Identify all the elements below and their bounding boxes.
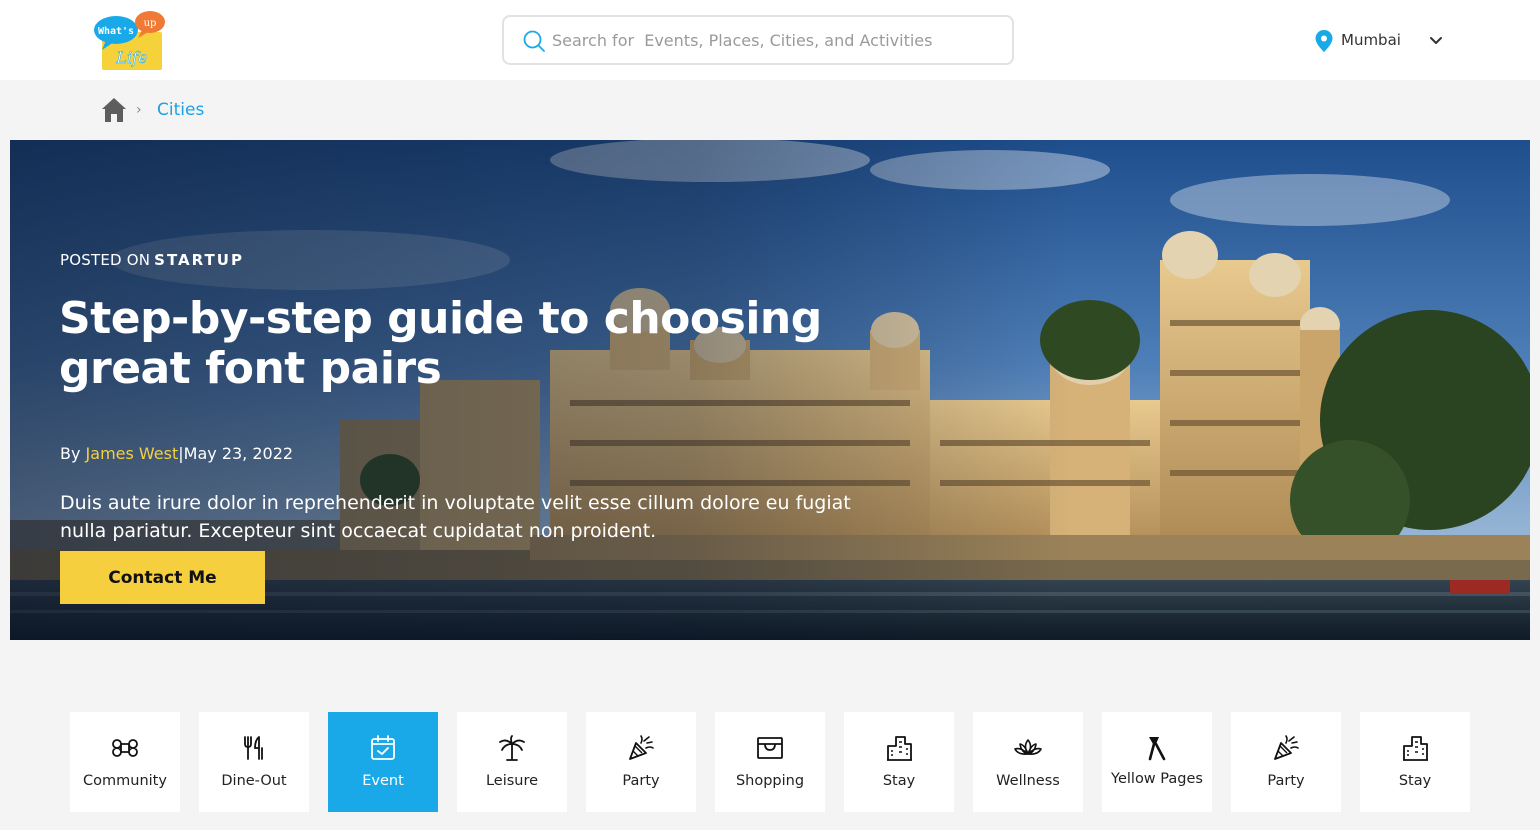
breadcrumb-cities-link[interactable]: Cities (157, 100, 204, 120)
byline: By James West|May 23, 2022 (60, 444, 293, 463)
calendar-check-icon (371, 735, 395, 760)
chevron-down-icon[interactable] (1428, 32, 1444, 48)
party-popper-icon (1274, 735, 1299, 760)
location-city: Mumbai (1341, 31, 1401, 49)
shopping-box-icon (757, 737, 783, 759)
search-input[interactable] (552, 25, 992, 55)
yellow-pages-icon (1148, 737, 1166, 761)
logo-up-text: up (144, 18, 157, 29)
breadcrumb-separator-icon: › (136, 102, 142, 118)
category-party[interactable]: Party (1231, 712, 1341, 812)
building-icon (887, 736, 912, 761)
contact-me-button[interactable]: Contact Me (60, 551, 265, 604)
category-bar: Community Dine-Out Event Leisure Party S… (70, 712, 1470, 812)
category-label: Yellow Pages (1111, 771, 1203, 787)
logo-life-text: Life (115, 48, 147, 67)
category-stay[interactable]: Stay (1360, 712, 1470, 812)
category-label: Community (83, 773, 167, 789)
byline-prefix: By (60, 444, 81, 463)
posted-on-label: POSTED ON STARTUP (60, 251, 244, 269)
party-popper-icon (629, 735, 654, 760)
hero-description: Duis aute irure dolor in reprehenderit i… (60, 492, 851, 542)
command-icon (112, 739, 138, 757)
location-selector[interactable]: Mumbai (1314, 26, 1454, 54)
palm-tree-icon (499, 735, 525, 761)
posted-category-link[interactable]: STARTUP (154, 251, 244, 269)
fork-knife-icon (244, 736, 263, 760)
category-leisure[interactable]: Leisure (457, 712, 567, 812)
category-label: Leisure (485, 773, 539, 789)
hero-title: Step-by-step guide to choosing great fon… (59, 293, 822, 394)
author-link[interactable]: James West (86, 444, 179, 463)
category-label: Party (622, 773, 660, 789)
search-bar[interactable] (502, 15, 1014, 65)
search-icon (523, 30, 545, 52)
category-label: Stay (1398, 773, 1432, 789)
posted-prefix: POSTED ON (60, 251, 151, 269)
category-label: Stay (882, 773, 916, 789)
category-label: Shopping (735, 773, 805, 789)
logo-whats-text: What's (98, 26, 134, 37)
category-dine-out[interactable]: Dine-Out (199, 712, 309, 812)
category-label: Wellness (996, 773, 1060, 789)
category-event[interactable]: Event (328, 712, 438, 812)
top-header: up What's Life Mumbai (0, 0, 1540, 80)
category-party[interactable]: Party (586, 712, 696, 812)
lotus-icon (1014, 739, 1042, 755)
category-label: Dine-Out (221, 773, 287, 789)
category-label: Event (362, 773, 404, 789)
category-stay[interactable]: Stay (844, 712, 954, 812)
category-wellness[interactable]: Wellness (973, 712, 1083, 812)
location-pin-icon (1315, 30, 1333, 52)
category-label: Party (1267, 773, 1305, 789)
whats-up-life-logo[interactable]: up What's Life (92, 10, 168, 72)
home-icon[interactable] (100, 96, 128, 124)
hero-banner: POSTED ON STARTUP Step-by-step guide to c… (10, 140, 1530, 640)
category-community[interactable]: Community (70, 712, 180, 812)
building-icon (1403, 736, 1428, 761)
category-yellow-pages[interactable]: Yellow Pages (1102, 712, 1212, 812)
post-date: May 23, 2022 (183, 444, 294, 463)
category-shopping[interactable]: Shopping (715, 712, 825, 812)
